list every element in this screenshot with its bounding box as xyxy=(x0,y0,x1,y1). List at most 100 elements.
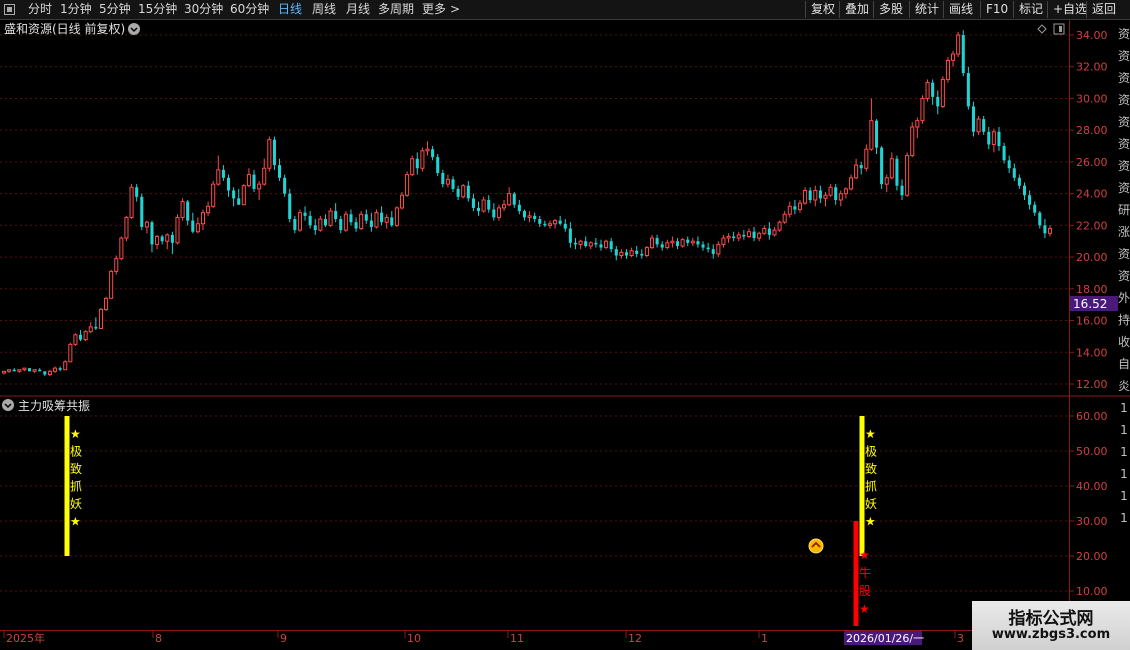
candle xyxy=(869,98,874,151)
diamond-icon[interactable] xyxy=(1037,24,1047,34)
candle xyxy=(629,247,634,258)
back-button[interactable]: 返回 xyxy=(1086,1,1121,18)
period-tab-15min[interactable]: 15分钟 xyxy=(138,1,177,18)
side-strip-char: 涨 xyxy=(1118,225,1130,239)
candle xyxy=(925,79,930,102)
chevron-down-icon[interactable] xyxy=(128,23,140,35)
right-side-info-strip: 资资资资资资资资研涨资资外持收自炎111111 xyxy=(1118,20,1130,630)
candle xyxy=(864,144,869,172)
side-strip-char: 1 xyxy=(1120,445,1128,459)
watermark-title: 指标公式网 xyxy=(1008,609,1094,629)
mark-button[interactable]: 标记 xyxy=(1013,1,1048,18)
candle xyxy=(237,188,241,205)
candle xyxy=(68,342,73,363)
price-tick-label: 28.00 xyxy=(1076,124,1108,137)
draw-line-button[interactable]: 画线 xyxy=(943,1,978,18)
candle xyxy=(1002,142,1006,164)
period-tab-5min[interactable]: 5分钟 xyxy=(99,1,131,18)
candle xyxy=(670,236,675,248)
candle xyxy=(782,211,787,224)
candle xyxy=(369,212,373,232)
candle xyxy=(920,95,925,124)
period-tab-weekly[interactable]: 周线 xyxy=(312,1,336,18)
candle xyxy=(895,155,899,191)
candle xyxy=(746,228,751,239)
candle xyxy=(180,198,185,221)
period-tab-more[interactable]: 更多 xyxy=(422,1,446,18)
panel-toggle-icon[interactable] xyxy=(1053,23,1065,35)
candle xyxy=(982,115,986,135)
candle xyxy=(476,201,481,216)
candle xyxy=(38,368,42,372)
candle xyxy=(660,241,664,251)
time-tick-label: 11 xyxy=(510,632,524,645)
time-tick-label: 1 xyxy=(761,632,768,645)
candle xyxy=(155,234,160,250)
candle xyxy=(441,169,445,188)
side-strip-char: 资 xyxy=(1118,93,1130,107)
candle xyxy=(543,220,547,227)
candle xyxy=(874,119,879,154)
f10-button[interactable]: F10 xyxy=(980,1,1013,18)
candle xyxy=(359,211,364,231)
period-tab-daily[interactable]: 日线 xyxy=(278,1,302,18)
candle xyxy=(1017,174,1021,189)
candle xyxy=(384,214,389,229)
candle xyxy=(900,179,904,200)
candle xyxy=(1022,182,1027,200)
candle xyxy=(216,155,221,186)
signal-label-char: ★ xyxy=(865,427,876,441)
candle xyxy=(380,206,384,226)
candle xyxy=(732,231,736,242)
candle xyxy=(297,209,302,232)
period-tab-60min[interactable]: 60分钟 xyxy=(230,1,269,18)
side-strip-char: 资 xyxy=(1118,247,1130,261)
candle xyxy=(492,203,496,221)
candle xyxy=(431,146,435,161)
overlay-button[interactable]: 叠加 xyxy=(839,1,874,18)
statistics-button[interactable]: 统计 xyxy=(909,1,944,18)
candle xyxy=(405,171,410,197)
candle xyxy=(114,255,119,275)
restore-rights-button[interactable]: 复权 xyxy=(805,1,840,18)
candle xyxy=(47,369,52,377)
window-square-icon[interactable] xyxy=(4,4,15,15)
period-tab-monthly[interactable]: 月线 xyxy=(346,1,370,18)
cursor-date: 2026/01/26/一 xyxy=(846,632,924,645)
candle xyxy=(195,217,200,234)
period-tab-multi[interactable]: 多周期 xyxy=(378,1,414,18)
candle xyxy=(777,220,782,232)
period-tab-intraday[interactable]: 分时 xyxy=(28,1,52,18)
candle xyxy=(588,241,593,250)
price-tick-label: 12.00 xyxy=(1076,378,1108,391)
candle xyxy=(527,211,532,223)
multi-stock-button[interactable]: 多股 xyxy=(873,1,908,18)
kline-chart[interactable]: 盛和资源(日线 前复权) 34.00 32.00 30.00 28.00 26.00 24… xyxy=(0,20,1130,650)
period-tab-30min[interactable]: 30分钟 xyxy=(184,1,223,18)
candle xyxy=(394,206,399,227)
signal-label-char: ★ xyxy=(859,602,870,616)
time-tick-label: 3 xyxy=(957,632,964,645)
candle xyxy=(686,236,690,246)
indicator-chevron-icon[interactable] xyxy=(2,399,14,411)
period-tab-1min[interactable]: 1分钟 xyxy=(60,1,92,18)
candle xyxy=(313,219,317,235)
signal-label-char: ★ xyxy=(865,515,876,529)
candle xyxy=(507,187,512,207)
candle xyxy=(211,180,216,208)
candle xyxy=(354,217,358,232)
candle xyxy=(936,90,940,115)
candle xyxy=(390,211,394,227)
candle xyxy=(293,215,297,234)
candle xyxy=(160,234,164,245)
candle xyxy=(186,199,190,226)
candle xyxy=(334,203,338,223)
chevron-right-icon[interactable]: > xyxy=(450,1,460,18)
side-strip-char: 资 xyxy=(1118,71,1130,85)
candle xyxy=(599,239,603,251)
side-strip-char: 1 xyxy=(1120,489,1128,503)
candle xyxy=(267,136,272,172)
price-tick-label: 18.00 xyxy=(1076,283,1108,296)
price-tick-label: 20.00 xyxy=(1076,251,1108,264)
candle xyxy=(283,174,287,197)
